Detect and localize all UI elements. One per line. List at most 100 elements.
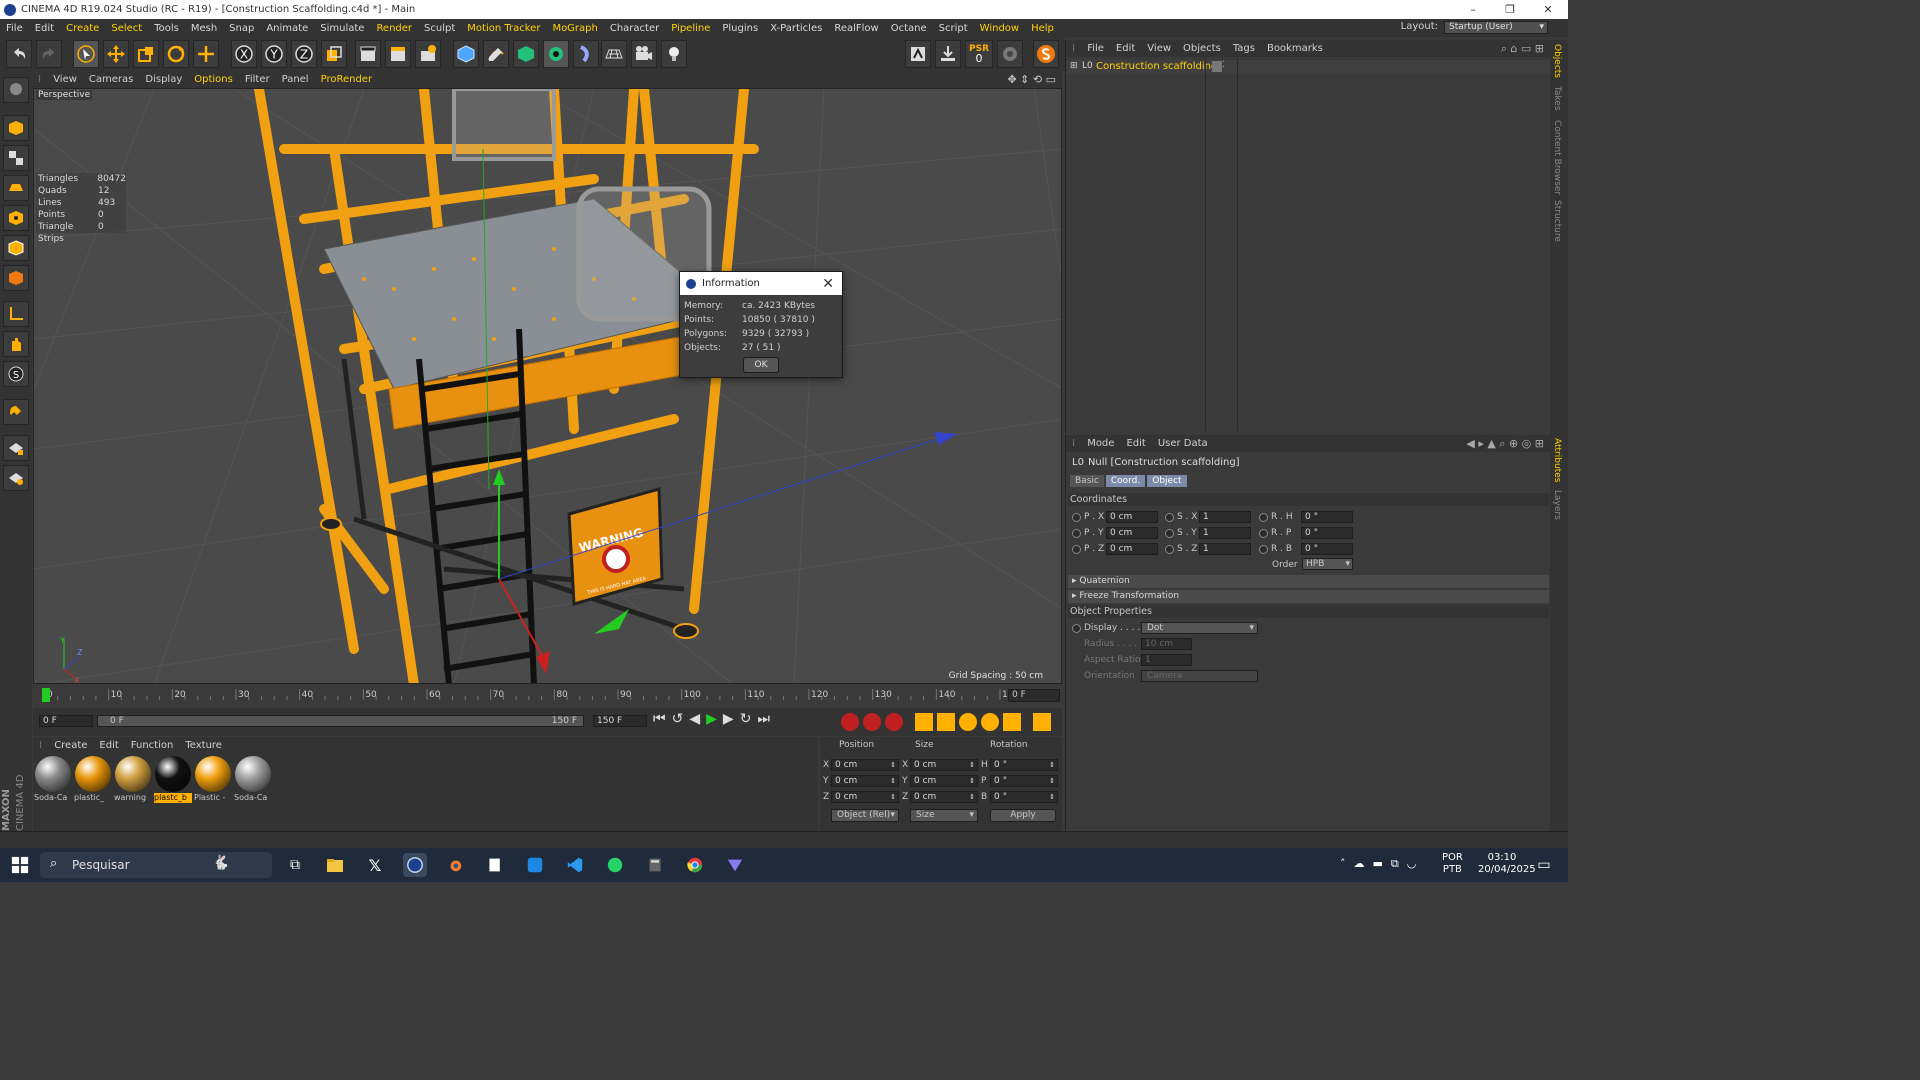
menu-motion-tracker[interactable]: Motion Tracker: [461, 23, 546, 34]
material-swatch[interactable]: [235, 756, 271, 792]
undo-button[interactable]: [6, 40, 32, 68]
taskbar-search-box[interactable]: ⌕ Pesquisar 🐇: [40, 852, 272, 878]
menu-pipeline[interactable]: Pipeline: [665, 23, 716, 34]
rotate-tool-button[interactable]: [163, 40, 189, 68]
attr-pos-field[interactable]: 0 cm: [1106, 511, 1158, 523]
viewport-menu-prorender[interactable]: ProRender: [315, 74, 378, 85]
order-select[interactable]: HPB ▾: [1302, 558, 1353, 570]
whatsapp-icon[interactable]: [603, 853, 627, 877]
attr-scale-anim-radio[interactable]: [1165, 513, 1174, 522]
display-anim-radio[interactable]: [1072, 624, 1081, 633]
attr-scale-anim-radio[interactable]: [1165, 545, 1174, 554]
menu-plugins[interactable]: Plugins: [716, 23, 764, 34]
object-menu-edit[interactable]: Edit: [1110, 43, 1141, 54]
stepper-arrows-icon[interactable]: ⇕: [969, 792, 975, 802]
file-explorer-icon[interactable]: [323, 853, 347, 877]
go-to-end-icon[interactable]: ⏭: [757, 711, 776, 727]
x-axis-lock-button[interactable]: X: [231, 40, 257, 68]
tab-object[interactable]: Object: [1147, 475, 1187, 487]
stepper-arrows-icon[interactable]: ⇕: [1049, 760, 1055, 770]
menu-edit[interactable]: Edit: [29, 23, 60, 34]
menu-sculpt[interactable]: Sculpt: [418, 23, 461, 34]
menu-file[interactable]: File: [0, 23, 29, 34]
gear-settings-button[interactable]: [997, 40, 1023, 68]
go-to-start-icon[interactable]: ⏮: [653, 711, 672, 727]
windows-start-button[interactable]: [8, 853, 32, 877]
material-swatch[interactable]: [155, 756, 191, 792]
menu-tools[interactable]: Tools: [148, 23, 185, 34]
render-picture-viewer-button[interactable]: [385, 40, 411, 68]
attribute-nav-icons[interactable]: ◀ ▸ ▲ ⌕ ⊕ ◎ ⊞: [1466, 437, 1544, 451]
quaternion-section[interactable]: ▸ Quaternion: [1068, 575, 1549, 588]
object-manager-tools-icons[interactable]: ⌕ ⌂ ▭ ⊞: [1501, 42, 1544, 56]
coord-position-field[interactable]: 0 cm ⇕: [831, 791, 899, 803]
material-swatch[interactable]: [195, 756, 231, 792]
keyframe-selection-icon[interactable]: [885, 713, 903, 731]
y-axis-lock-button[interactable]: Y: [261, 40, 287, 68]
material-swatch[interactable]: [75, 756, 111, 792]
document-icon[interactable]: [483, 853, 507, 877]
coord-position-field[interactable]: 0 cm ⇕: [831, 759, 899, 771]
select-tool-button[interactable]: [73, 40, 99, 68]
viewport-menu-cameras[interactable]: Cameras: [83, 74, 139, 85]
menu-snap[interactable]: Snap: [223, 23, 260, 34]
attr-scale-anim-radio[interactable]: [1165, 529, 1174, 538]
prev-frame-icon[interactable]: ◀: [689, 711, 706, 727]
edges-mode-button[interactable]: [3, 235, 29, 261]
attribute-menu-edit[interactable]: Edit: [1120, 438, 1151, 449]
menu-select[interactable]: Select: [105, 23, 148, 34]
store-b-icon[interactable]: [523, 853, 547, 877]
light-button[interactable]: [661, 40, 687, 68]
cinema4d-taskbar-icon[interactable]: [403, 853, 427, 877]
perspective-viewport[interactable]: WARNING THIS IS HARD HAT AREA Y Z X Pers…: [33, 88, 1062, 684]
floor-button[interactable]: [601, 40, 627, 68]
range-slider[interactable]: 0 F 150 F: [97, 715, 584, 727]
menu-x-particles[interactable]: X-Particles: [764, 23, 828, 34]
viewport-menu-filter[interactable]: Filter: [239, 74, 276, 85]
attr-rot-anim-radio[interactable]: [1259, 529, 1268, 538]
ok-button[interactable]: OK: [743, 357, 779, 373]
stepper-arrows-icon[interactable]: ⇕: [890, 776, 896, 786]
model-mode-button[interactable]: [3, 115, 29, 141]
layout-select[interactable]: Startup (User) ▾: [1444, 21, 1548, 34]
viewport-menu-options[interactable]: Options: [188, 74, 239, 85]
language-indicator[interactable]: POR PTB: [1442, 852, 1463, 876]
make-editable-button[interactable]: [3, 77, 29, 103]
material-swatch[interactable]: [115, 756, 151, 792]
viewport-menu-panel[interactable]: Panel: [276, 74, 315, 85]
object-menu-objects[interactable]: Objects: [1177, 43, 1227, 54]
polygons-mode-button[interactable]: [3, 265, 29, 291]
axis-mode-button[interactable]: [3, 301, 29, 327]
autokey-icon[interactable]: [863, 713, 881, 731]
tab-coord[interactable]: Coord.: [1105, 475, 1146, 487]
blender-icon[interactable]: [443, 853, 467, 877]
current-frame-field[interactable]: 0 F: [1008, 689, 1060, 702]
move-key-icon[interactable]: [915, 713, 933, 731]
menu-help[interactable]: Help: [1025, 23, 1060, 34]
coord-size-select[interactable]: Size ▾: [910, 809, 978, 822]
coord-rotation-field[interactable]: 0 ° ⇕: [990, 775, 1058, 787]
attr-rot-field[interactable]: 0 °: [1301, 543, 1353, 555]
viewport-menu-display[interactable]: Display: [139, 74, 188, 85]
freeze-section[interactable]: ▸ Freeze Transformation: [1068, 590, 1549, 603]
menu-window[interactable]: Window: [974, 23, 1025, 34]
lock-workplane-button[interactable]: [3, 435, 29, 461]
close-button[interactable]: ✕: [1530, 0, 1566, 19]
snap-button[interactable]: S: [3, 361, 29, 387]
menu-realflow[interactable]: RealFlow: [828, 23, 884, 34]
workplane-align-button[interactable]: [3, 465, 29, 491]
tab-structure[interactable]: Structure: [1552, 200, 1562, 242]
camera-button[interactable]: [631, 40, 657, 68]
tab-attributes[interactable]: Attributes: [1552, 438, 1562, 482]
vscode-icon[interactable]: [563, 853, 587, 877]
scale-tool-button[interactable]: [133, 40, 159, 68]
attr-rot-anim-radio[interactable]: [1259, 545, 1268, 554]
menu-script[interactable]: Script: [933, 23, 974, 34]
attr-pos-anim-radio[interactable]: [1072, 545, 1081, 554]
play-icon[interactable]: ▶: [706, 711, 723, 727]
z-axis-lock-button[interactable]: Z: [291, 40, 317, 68]
tweak-mode-button[interactable]: [3, 331, 29, 357]
points-mode-button[interactable]: [3, 205, 29, 231]
record-key-icon[interactable]: [841, 713, 859, 731]
vector-app-icon[interactable]: [723, 853, 747, 877]
